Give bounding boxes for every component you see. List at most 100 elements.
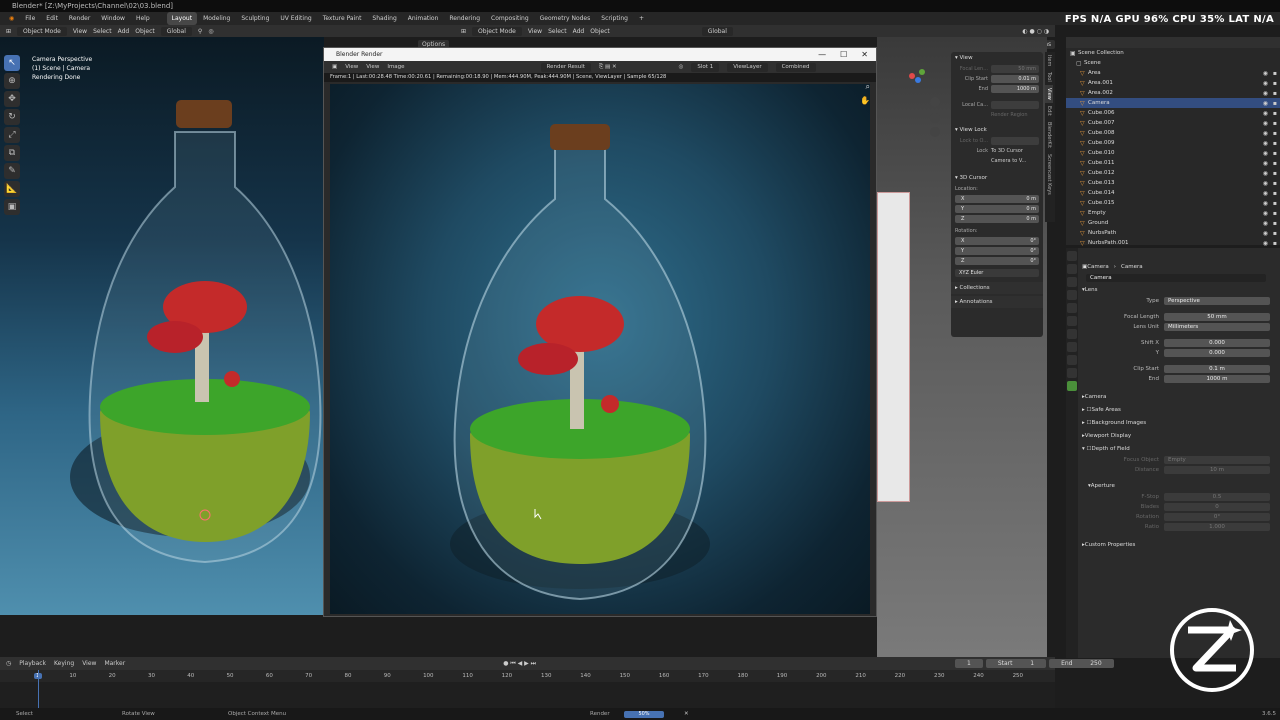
eye-icon[interactable]: ◉ [1263,180,1268,187]
mode-dropdown[interactable]: Object Mode [17,26,67,36]
transform-tool-icon[interactable]: ⧉ [4,145,20,161]
eye-icon[interactable]: ◉ [1263,220,1268,227]
proportional-icon[interactable]: ◎ [208,28,213,35]
outliner-scene[interactable]: ▢ Scene [1066,58,1280,68]
navigation-gizmo[interactable] [900,66,940,146]
background-images-section[interactable]: ▸ ☐ Background Images [1066,416,1280,429]
view-menu[interactable]: View [73,28,87,35]
minimize-icon[interactable]: — [818,48,826,61]
add-menu[interactable]: Add [118,28,130,35]
tab-scripting[interactable]: Scripting [596,12,633,25]
np-lock-to-field[interactable] [991,137,1039,145]
keying-menu[interactable]: Keying [54,660,74,667]
timeline-editor-icon[interactable]: ◷ [6,660,11,667]
safe-areas-section[interactable]: ▸ ☐ Safe Areas [1066,403,1280,416]
aperture-rotation-field[interactable]: 0° [1164,513,1270,521]
orientation2-dropdown[interactable]: Global [701,26,733,36]
eye-icon[interactable]: ◉ [1263,100,1268,107]
start-frame-field[interactable]: Start 1 [985,659,1047,668]
rw-display-icon[interactable]: ◎ [679,64,684,70]
render-visibility-icon[interactable]: ▪ [1273,150,1277,157]
outliner-item[interactable]: ▽ Cube.012 ◉ ▪ [1066,168,1280,178]
np-view-header[interactable]: ▾ View [951,52,1043,64]
eye-icon[interactable]: ◉ [1263,160,1268,167]
lens-section[interactable]: ▾ Lens [1066,283,1280,296]
eye-icon[interactable]: ◉ [1263,170,1268,177]
eye-icon[interactable]: ◉ [1263,140,1268,147]
render-visibility-icon[interactable]: ▪ [1273,210,1277,217]
render-visibility-icon[interactable]: ▪ [1273,120,1277,127]
outliner-item[interactable]: ▽ Cube.007 ◉ ▪ [1066,118,1280,128]
object2-menu[interactable]: Object [590,28,610,35]
menu-render[interactable]: Render [64,12,95,25]
sidetab-screencast[interactable]: Screencast Keys [1045,151,1053,198]
tab-animation[interactable]: Animation [403,12,444,25]
outliner-item[interactable]: ▽ Cube.015 ◉ ▪ [1066,198,1280,208]
rw-pass-dropdown[interactable]: Combined [775,62,816,72]
outliner-item[interactable]: ▽ Cube.011 ◉ ▪ [1066,158,1280,168]
blades-field[interactable]: 0 [1164,503,1270,511]
eye-icon[interactable]: ◉ [1263,70,1268,77]
tab-sculpting[interactable]: Sculpting [236,12,274,25]
outliner-item[interactable]: ▽ Cube.008 ◉ ▪ [1066,128,1280,138]
select-box-tool-icon[interactable]: ↖ [4,55,20,71]
render-visibility-icon[interactable]: ▪ [1273,90,1277,97]
object-menu[interactable]: Object [135,28,155,35]
eye-icon[interactable]: ◉ [1263,80,1268,87]
add-workspace-icon[interactable]: + [634,12,649,25]
np-to-3d-cursor-checkbox[interactable]: To 3D Cursor [991,148,1023,154]
outliner-item[interactable]: ▽ Area.001 ◉ ▪ [1066,78,1280,88]
tab-shading[interactable]: Shading [367,12,401,25]
outliner-item[interactable]: ▽ Empty ◉ ▪ [1066,208,1280,218]
render-visibility-icon[interactable]: ▪ [1273,190,1277,197]
outliner-item[interactable]: ▽ Cube.010 ◉ ▪ [1066,148,1280,158]
type-dropdown[interactable]: Perspective [1164,297,1270,305]
outliner-item[interactable]: ▽ Area ◉ ▪ [1066,68,1280,78]
camera-section[interactable]: ▸ Camera [1066,390,1280,403]
editor2-type-icon[interactable]: ⊞ [461,28,466,35]
viewport-3d-left[interactable] [0,37,324,615]
tab-uv-editing[interactable]: UV Editing [275,12,316,25]
render-result-image[interactable] [330,84,870,614]
image-editor-icon[interactable]: ▣ [332,64,337,70]
marker-menu[interactable]: Marker [104,660,125,667]
np-rot-z-field[interactable]: Z 0° [955,257,1039,265]
select-menu[interactable]: Select [93,28,112,35]
cancel-render-icon[interactable]: ✕ [684,708,689,720]
render-visibility-icon[interactable]: ▪ [1273,140,1277,147]
timeline-ruler[interactable]: 1102030405060708090100110120130140150160… [0,670,1055,682]
view2-menu[interactable]: View [528,28,542,35]
close-icon[interactable]: ✕ [861,48,868,61]
orientation-dropdown[interactable]: Global [160,26,192,36]
outliner-item[interactable]: ▽ Camera ◉ ▪ [1066,98,1280,108]
outliner-item[interactable]: ▽ Cube.014 ◉ ▪ [1066,188,1280,198]
np-loc-z-field[interactable]: Z 0 m [955,215,1039,223]
shift-y-field[interactable]: 0.000 [1164,349,1270,357]
render-visibility-icon[interactable]: ▪ [1273,160,1277,167]
render-visibility-icon[interactable]: ▪ [1273,240,1277,247]
select2-menu[interactable]: Select [548,28,567,35]
render-visibility-icon[interactable]: ▪ [1273,80,1277,87]
outliner-item[interactable]: ▽ Cube.009 ◉ ▪ [1066,138,1280,148]
sidetab-edit[interactable]: Edit [1045,103,1053,119]
eye-icon[interactable]: ◉ [1263,150,1268,157]
eye-icon[interactable]: ◉ [1263,90,1268,97]
render-visibility-icon[interactable]: ▪ [1273,180,1277,187]
rw-slot-dropdown[interactable]: Slot 1 [691,62,720,72]
end-frame-field[interactable]: End 250 [1049,659,1114,668]
cursor-tool-icon[interactable]: ⊕ [4,73,20,89]
playhead[interactable] [38,670,39,708]
maximize-icon[interactable]: ☐ [840,48,847,61]
np-local-camera-field[interactable] [991,101,1039,109]
rw-view-menu-2[interactable]: View [366,64,379,70]
tab-rendering[interactable]: Rendering [444,12,485,25]
np-clip-start-field[interactable]: 0.01 m [991,75,1039,83]
pan-hand-icon[interactable]: ✋ [860,96,870,105]
rw-view-menu-1[interactable]: View [345,64,358,70]
annotate-tool-icon[interactable]: ✎ [4,163,20,179]
add2-menu[interactable]: Add [573,28,585,35]
clip-start-field[interactable]: 0.1 m [1164,365,1270,373]
rw-image-icons[interactable]: ⎘ ▤ ✕ [599,64,617,71]
dof-section[interactable]: ▾ ☐ Depth of Field [1066,442,1280,455]
outliner-item[interactable]: ▽ NurbsPath.001 ◉ ▪ [1066,238,1280,248]
